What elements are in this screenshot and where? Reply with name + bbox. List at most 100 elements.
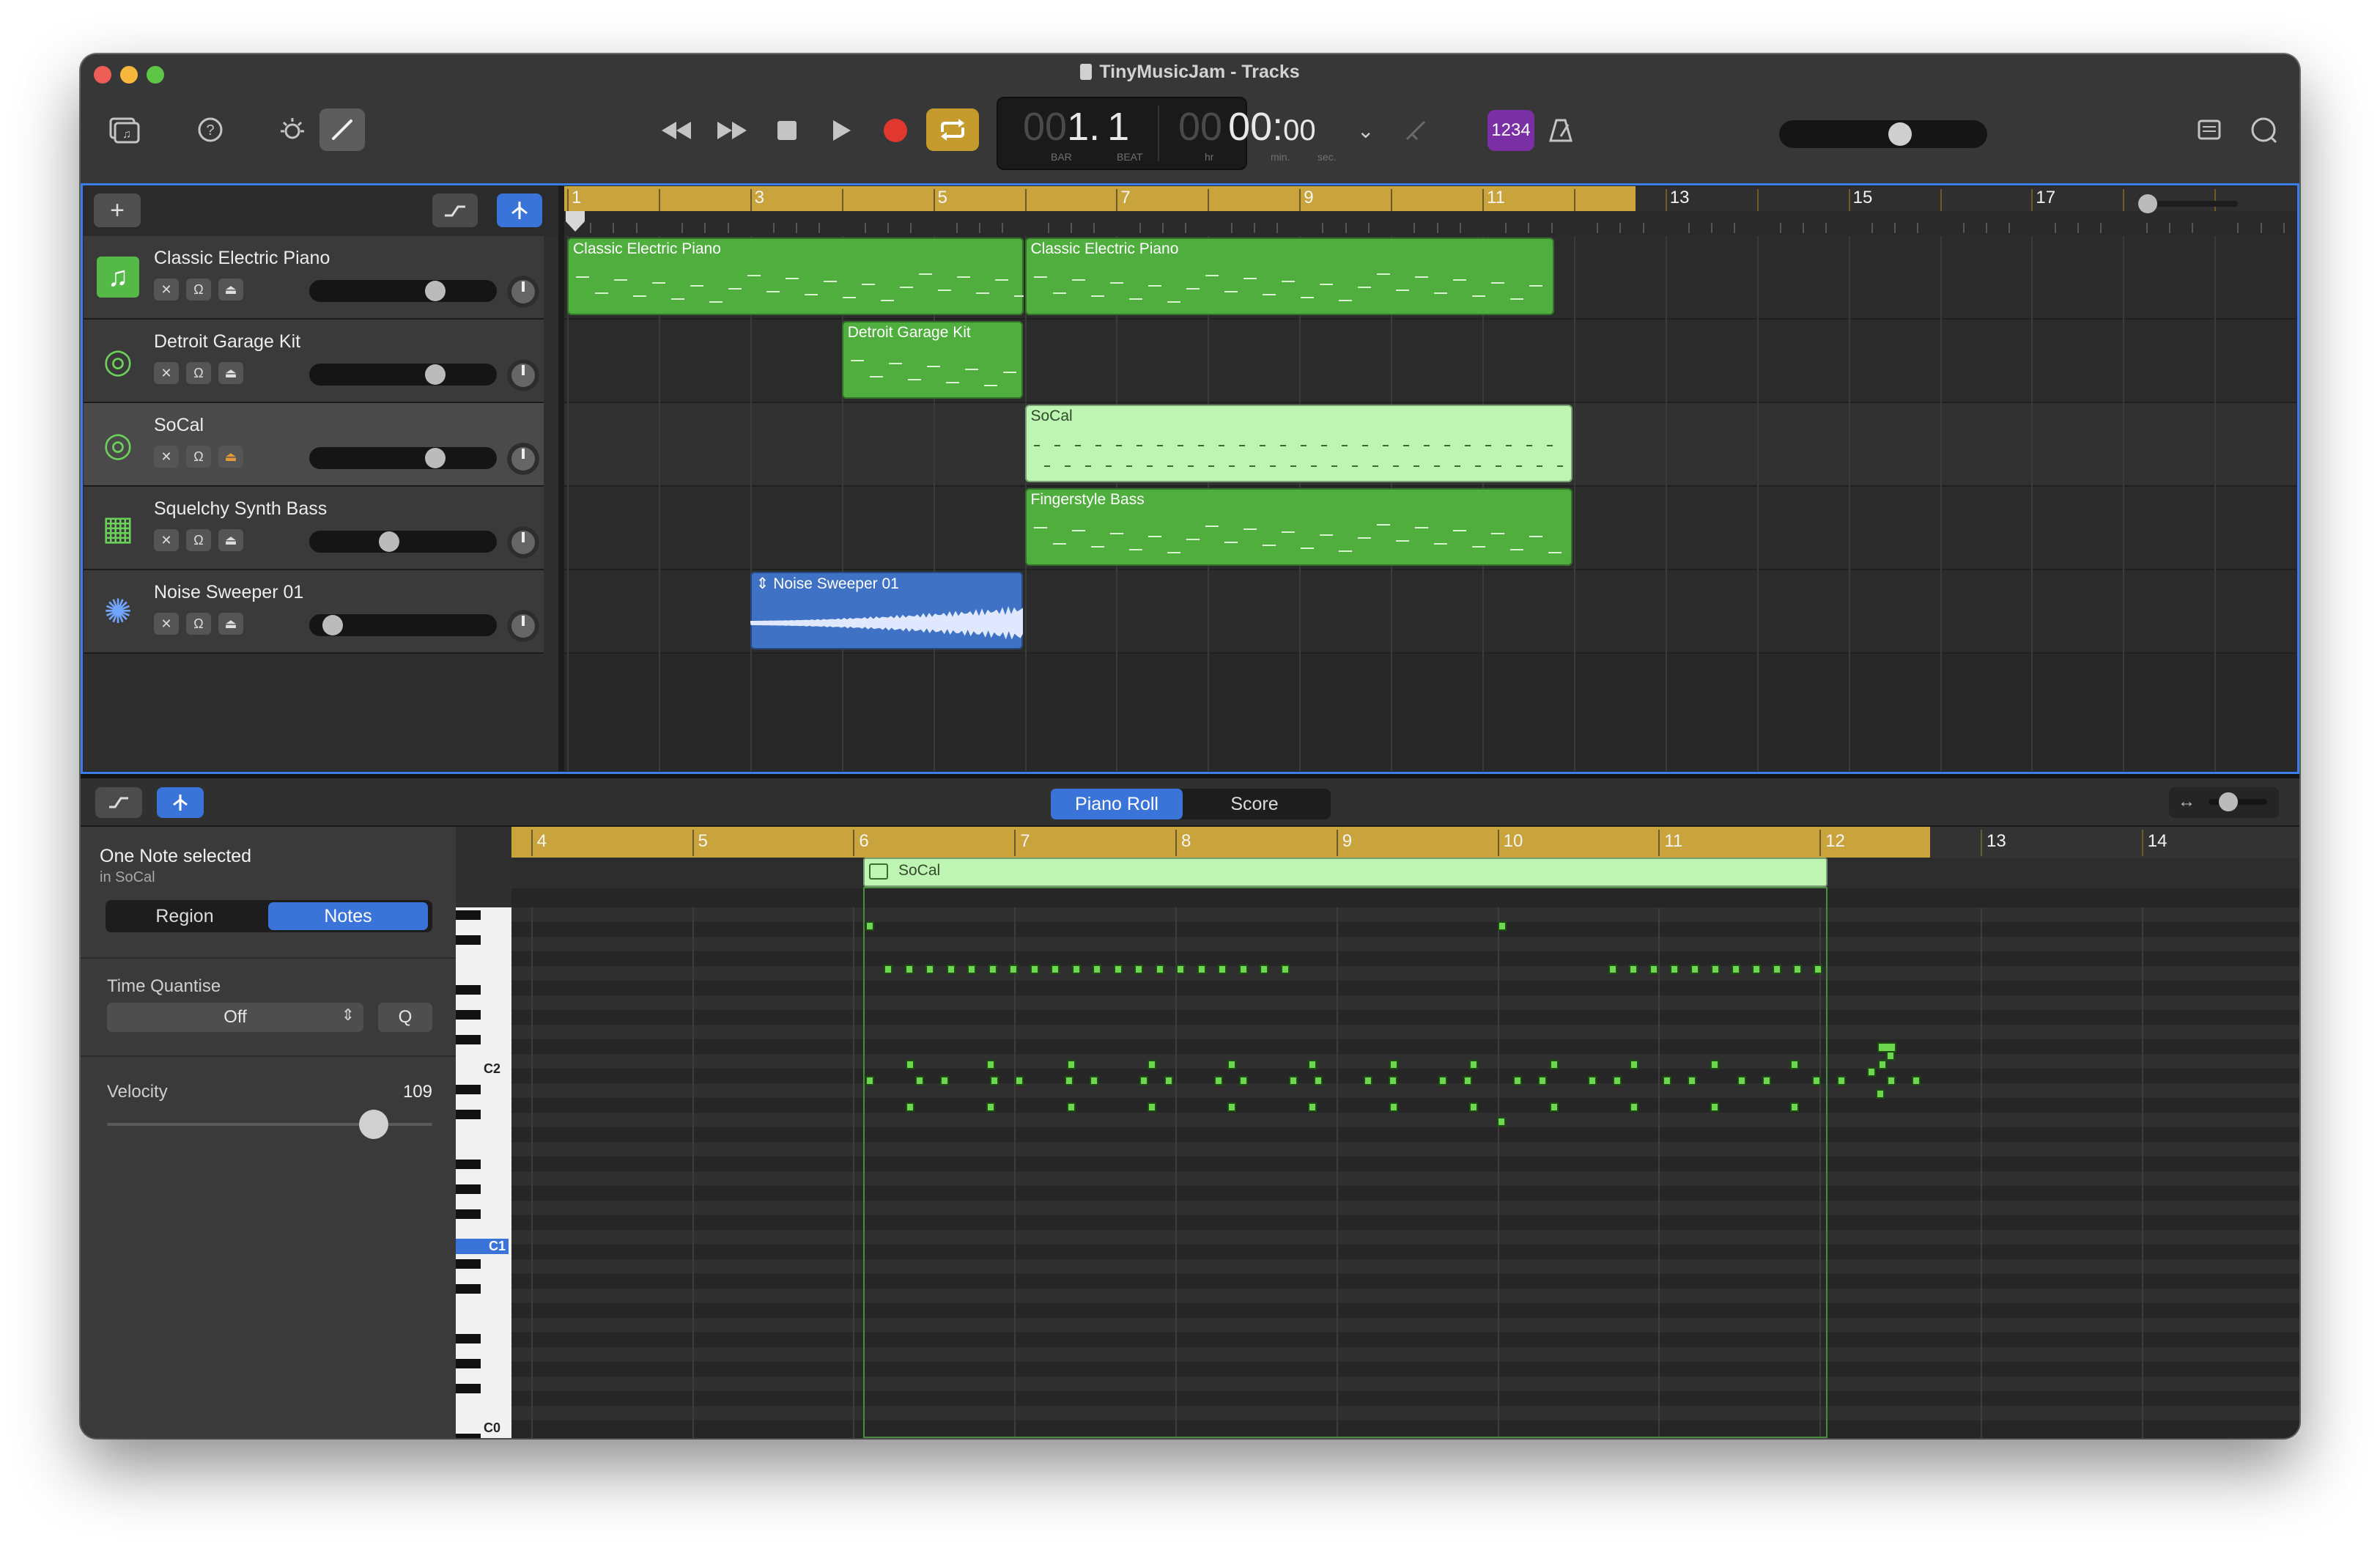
editor-flex-icon[interactable] [157,787,204,818]
midi-note[interactable] [1071,965,1081,974]
white-key[interactable] [456,1132,510,1157]
midi-note[interactable] [1090,1076,1098,1086]
white-key[interactable] [456,1306,510,1332]
midi-note[interactable] [1009,965,1018,974]
forward-icon[interactable] [712,114,752,147]
mute-icon[interactable]: ✕ [154,362,179,384]
count-in-button[interactable]: 1234 [1488,110,1534,151]
black-key[interactable] [456,1209,481,1219]
midi-note[interactable] [1711,965,1720,974]
tab-region[interactable]: Region [106,900,264,932]
midi-note[interactable] [1690,965,1699,974]
black-key[interactable] [456,1184,481,1194]
midi-note[interactable] [1498,921,1507,931]
track-volume-knob[interactable] [425,448,446,468]
track-header[interactable]: ◎ Detroit Garage Kit ✕ Ω ⏏ [84,320,544,403]
add-track-button[interactable]: + [94,194,141,227]
headphones-icon[interactable]: Ω [186,529,211,551]
record-icon[interactable] [879,114,912,147]
record-enable-icon[interactable]: ⏏ [218,613,243,635]
midi-note[interactable] [1067,1102,1076,1112]
library-icon[interactable]: ♫ [106,113,144,147]
midi-note[interactable] [1630,1102,1638,1112]
time-quantise-select[interactable]: Off ⇕ [107,1003,363,1032]
piano-roll[interactable]: 4 5 6 7 8 9 10 11 12 13 14 SoCal [511,827,2299,1438]
piano-keyboard[interactable]: C2 C1 C0 [456,907,511,1438]
midi-note[interactable] [1463,1076,1472,1086]
midi-note[interactable] [1067,1060,1076,1069]
midi-note[interactable] [1837,1076,1846,1086]
track-header[interactable]: ♫ Classic Electric Piano ✕ Ω ⏏ [84,236,544,320]
headphones-icon[interactable]: Ω [186,613,211,635]
pan-knob[interactable] [507,359,539,391]
editor-automation-icon[interactable] [95,787,142,818]
midi-note[interactable] [1670,965,1679,974]
midi-note[interactable] [1710,1102,1719,1112]
headphones-icon[interactable]: Ω [186,362,211,384]
midi-note[interactable] [1912,1076,1921,1086]
track-region[interactable]: SoCal [1024,405,1572,482]
midi-note[interactable] [1065,1076,1073,1086]
midi-note[interactable] [1790,1102,1799,1112]
midi-note[interactable] [1176,965,1185,974]
record-enable-icon[interactable]: ⏏ [218,529,243,551]
midi-note[interactable] [1438,1076,1447,1086]
tab-piano-roll[interactable]: Piano Roll [1051,789,1183,819]
midi-note[interactable] [1538,1076,1547,1086]
pan-knob[interactable] [507,610,539,642]
midi-note[interactable] [1164,1076,1173,1086]
midi-note[interactable] [1308,1102,1317,1112]
velocity-slider[interactable] [107,1110,432,1139]
record-enable-icon[interactable]: ⏏ [218,279,243,301]
note-grid[interactable] [511,907,2299,1438]
midi-note[interactable] [1227,1060,1236,1069]
midi-note[interactable] [1134,965,1143,974]
editor-zoom-control[interactable]: ↔ [2169,787,2279,818]
black-key[interactable] [456,910,481,920]
midi-note[interactable] [865,1076,874,1086]
track-volume-slider[interactable] [309,447,497,469]
editor-region-header[interactable]: SoCal [863,858,1828,887]
track-volume-slider[interactable] [309,280,497,302]
editors-icon[interactable] [319,108,365,151]
black-key[interactable] [456,1384,481,1393]
stop-icon[interactable] [771,114,803,147]
midi-note[interactable] [986,1060,995,1069]
midi-note[interactable] [1030,965,1039,974]
midi-note[interactable] [1197,965,1206,974]
midi-note[interactable] [1630,1060,1638,1069]
midi-note[interactable] [1389,1076,1397,1086]
midi-note[interactable] [1513,1076,1522,1086]
midi-note[interactable] [1550,1102,1559,1112]
editor-cycle-region[interactable] [511,827,1930,858]
track-region[interactable]: Classic Electric Piano [1024,237,1554,315]
black-key[interactable] [456,1434,481,1438]
smart-controls-icon[interactable] [276,113,309,147]
midi-note[interactable] [1308,1060,1317,1069]
track-volume-knob[interactable] [378,531,399,552]
black-key[interactable] [456,1359,481,1368]
midi-note[interactable] [1887,1076,1896,1086]
midi-note[interactable] [1762,1076,1771,1086]
track-region[interactable]: Fingerstyle Bass [1024,488,1572,566]
white-key[interactable] [456,1406,510,1431]
midi-note[interactable] [1812,1076,1821,1086]
midi-note[interactable] [906,1060,914,1069]
midi-note[interactable] [1497,1117,1506,1127]
mute-icon[interactable]: ✕ [154,446,179,468]
midi-note[interactable] [1139,1076,1148,1086]
black-key[interactable] [456,1010,481,1020]
editor-region-body[interactable] [863,887,1828,1438]
midi-note[interactable] [1867,1067,1876,1077]
midi-note[interactable] [904,965,914,974]
midi-note[interactable] [1663,1076,1671,1086]
midi-note[interactable] [925,965,934,974]
track-lane[interactable] [564,320,2296,403]
black-key[interactable] [456,1334,481,1344]
track-volume-knob[interactable] [425,364,446,385]
midi-note[interactable] [1608,965,1617,974]
midi-note[interactable] [1314,1076,1323,1086]
midi-note[interactable] [1260,965,1268,974]
midi-note[interactable] [1629,965,1638,974]
white-key[interactable] [456,957,510,983]
